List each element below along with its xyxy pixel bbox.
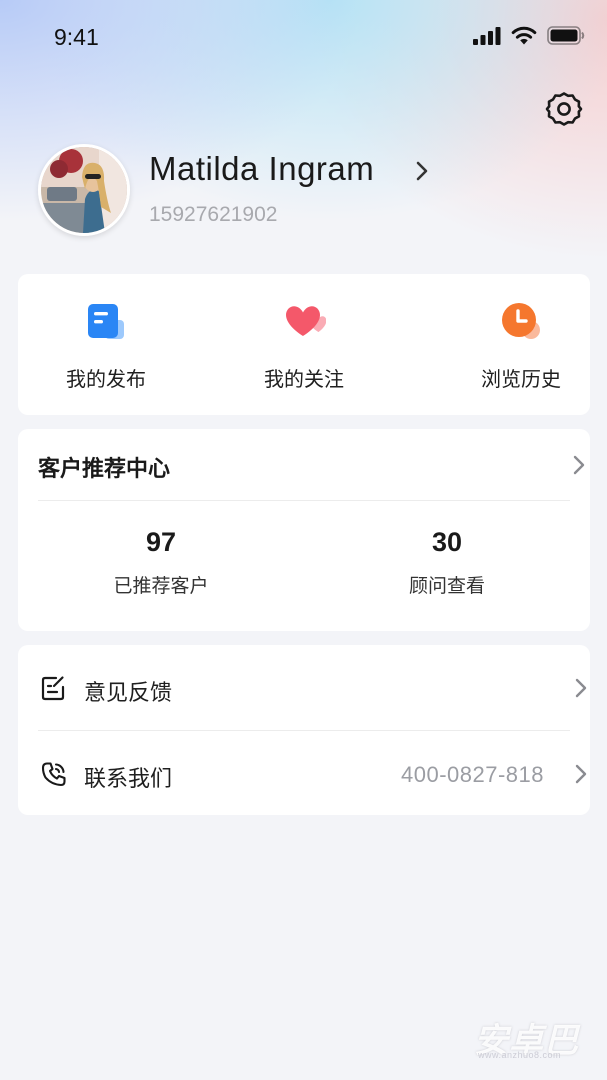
stat-referred-customers[interactable]: 97 已推荐客户 — [61, 525, 261, 598]
quick-action-label: 我的发布 — [66, 367, 146, 391]
document-icon — [88, 304, 124, 339]
signal-icon — [473, 26, 501, 45]
chevron-right-icon[interactable] — [412, 158, 432, 184]
chevron-right-icon — [575, 678, 587, 698]
status-time: 9:41 — [54, 24, 99, 50]
avatar-photo — [41, 147, 127, 233]
referral-center-card: 客户推荐中心 97 已推荐客户 30 顾问查看 — [18, 429, 590, 631]
quick-action-label: 我的关注 — [264, 367, 344, 391]
quick-action-my-follows[interactable]: 我的关注 — [234, 274, 374, 415]
stat-label: 已推荐客户 — [113, 575, 209, 597]
menu-item-label: 联系我们 — [84, 767, 173, 792]
status-bar: 9:41 — [0, 0, 607, 76]
settings-menu-card: 意见反馈 联系我们 400-0827-818 — [18, 645, 590, 815]
menu-item-contact-us[interactable]: 联系我们 400-0827-818 — [18, 731, 590, 816]
stat-label: 顾问查看 — [408, 575, 485, 597]
avatar[interactable] — [38, 144, 130, 236]
feedback-edit-icon — [41, 676, 65, 701]
referral-center-title[interactable]: 客户推荐中心 — [38, 451, 170, 483]
profile-phone: 15927621902 — [149, 203, 278, 226]
stat-value: 97 — [145, 527, 177, 557]
heart-icon — [286, 306, 326, 336]
phone-icon — [41, 762, 66, 787]
quick-action-history[interactable]: 浏览历史 — [451, 274, 591, 415]
stat-advisor-views[interactable]: 30 顾问查看 — [347, 525, 547, 598]
gear-icon — [545, 92, 583, 126]
quick-action-label: 浏览历史 — [481, 367, 561, 391]
divider — [38, 500, 570, 501]
quick-actions-card: 我的发布 我的关注 浏览历史 — [18, 274, 590, 415]
chevron-right-icon — [575, 764, 587, 784]
quick-action-my-posts[interactable]: 我的发布 — [36, 274, 176, 415]
watermark-url: www.anzhuo8.com — [478, 1050, 562, 1060]
wifi-icon — [511, 26, 537, 45]
clock-icon — [502, 303, 540, 339]
stat-value: 30 — [431, 527, 463, 557]
menu-item-feedback[interactable]: 意见反馈 — [18, 645, 590, 730]
battery-icon — [547, 26, 585, 45]
status-icons — [473, 26, 585, 45]
contact-phone-number: 400-0827-818 — [400, 762, 544, 787]
profile-name[interactable]: Matilda Ingram — [149, 150, 374, 188]
chevron-right-icon[interactable] — [571, 454, 587, 476]
menu-item-label: 意见反馈 — [84, 681, 173, 706]
settings-button[interactable] — [545, 90, 583, 128]
